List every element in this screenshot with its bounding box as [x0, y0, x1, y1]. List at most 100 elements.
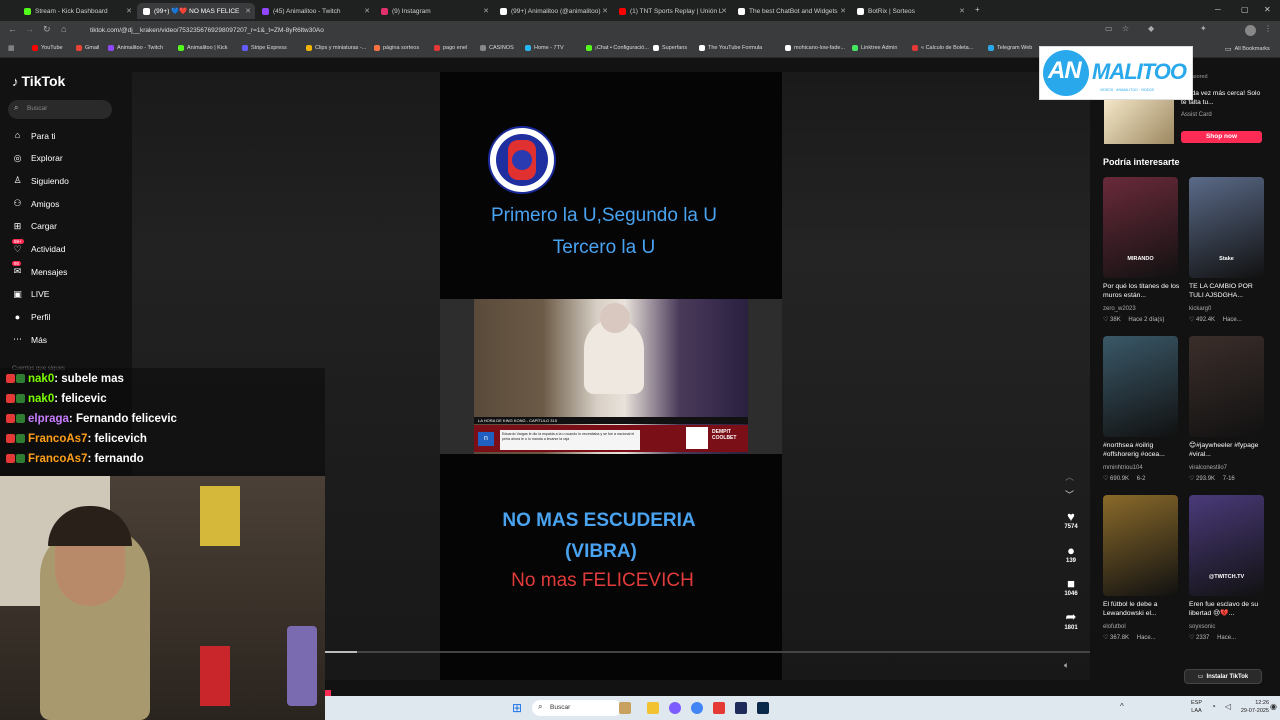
install-tiktok-button[interactable]: ▭ Instalar TikTok: [1184, 669, 1262, 684]
tab-close-icon[interactable]: ✕: [721, 7, 727, 15]
browser-tab[interactable]: (45) Animalitoo - Twitch ✕: [256, 3, 374, 19]
bookmark-item[interactable]: « Calculo de Boleta...: [912, 45, 973, 51]
nav-item[interactable]: ● Perfil: [12, 312, 51, 323]
windows-start-icon[interactable]: ⊞: [512, 701, 522, 715]
photoshop-icon[interactable]: [757, 702, 769, 714]
volume-icon[interactable]: 🔈︎: [1064, 660, 1069, 671]
chrome-icon[interactable]: [691, 702, 703, 714]
video-card-user[interactable]: soyxsonic: [1189, 624, 1215, 630]
wifi-icon[interactable]: ◔: [1211, 702, 1216, 711]
taskbar-search[interactable]: ⌕ Buscar: [532, 700, 622, 716]
address-bar[interactable]: tiktok.com/@dj__kraken/video/75323567692…: [90, 24, 1090, 38]
video-action-button[interactable]: ■ 1046: [1062, 576, 1080, 597]
browser-tab[interactable]: Stream - Kick Dashboard ✕: [18, 3, 136, 19]
profile-avatar[interactable]: [1245, 25, 1256, 36]
notification-icon[interactable]: ◉: [1270, 702, 1277, 711]
video-card-title[interactable]: El fútbol le debe a Lewandowski el...: [1103, 600, 1181, 618]
browser-tab[interactable]: The best ChatBot and Widgets ✕: [732, 3, 850, 19]
bookmark-item[interactable]: YouTube: [32, 45, 63, 51]
bookmark-item[interactable]: The YouTube Formula: [699, 45, 762, 51]
browser-tab[interactable]: (99+) Animalitoo (@animalitoo) ✕: [494, 3, 612, 19]
tab-close-icon[interactable]: ✕: [483, 7, 489, 15]
app-icon-red[interactable]: [713, 702, 725, 714]
bookmark-item[interactable]: Linktree Admin: [852, 45, 897, 51]
bookmark-item[interactable]: ¡Chat • Configuració...: [586, 45, 649, 51]
video-card-user[interactable]: kickarg0: [1189, 306, 1211, 312]
bookmark-item[interactable]: página sorteos: [374, 45, 419, 51]
language-indicator[interactable]: ESP LAA: [1191, 699, 1202, 715]
file-explorer-icon[interactable]: [647, 702, 659, 714]
nav-item[interactable]: ♡ 99+ Actividad: [12, 238, 66, 255]
bookmark-item[interactable]: Animalitoo | Kick: [178, 45, 228, 51]
video-card-thumbnail[interactable]: MIRANDO: [1103, 177, 1178, 278]
chevron-down-icon[interactable]: ﹀: [1065, 488, 1074, 501]
apps-icon[interactable]: ▦: [8, 44, 15, 52]
video-card-user[interactable]: elofutbol: [1103, 624, 1126, 630]
video-card-title[interactable]: Por qué los titanes de los muros están..…: [1103, 282, 1181, 300]
video-card-title[interactable]: TE LA CAMBIO POR TULI AJSDGHA...: [1189, 282, 1267, 300]
browser-tab[interactable]: (1) TNT Sports Replay | Unión L ✕: [613, 3, 731, 19]
video-action-button[interactable]: ♥ 7574: [1062, 509, 1080, 530]
shop-now-button[interactable]: Shop now: [1181, 131, 1262, 143]
bookmark-item[interactable]: mohicano-low-fade...: [785, 45, 845, 51]
menu-icon[interactable]: ⋮: [1264, 24, 1272, 33]
maximize-button[interactable]: ▢: [1241, 5, 1249, 14]
nav-item[interactable]: ✉ 86 Mensajes: [12, 261, 67, 277]
reload-icon[interactable]: ↻: [43, 24, 51, 35]
nav-item[interactable]: ⌂ Para ti: [12, 130, 56, 141]
news-widget-icon[interactable]: [619, 702, 631, 714]
bookmark-item[interactable]: Gmail: [76, 45, 99, 51]
forward-icon[interactable]: →: [25, 24, 34, 34]
browser-tab[interactable]: (9) Instagram ✕: [375, 3, 493, 19]
video-action-button[interactable]: ● 139: [1062, 543, 1080, 564]
chevron-up-icon[interactable]: ︿: [1065, 470, 1074, 483]
video-card-title[interactable]: Eren fue esclavo de su libertad 😢💔...: [1189, 600, 1267, 618]
video-card-thumbnail[interactable]: [1189, 336, 1264, 437]
tray-chevron-icon[interactable]: ^: [1120, 702, 1124, 711]
bookmark-item[interactable]: Stripe Express: [242, 45, 287, 51]
nav-item[interactable]: ◎ Explorar: [12, 153, 63, 164]
bookmark-item[interactable]: CASINOS: [480, 45, 514, 51]
video-progress-bar[interactable]: [325, 651, 1090, 653]
video-card-user[interactable]: viralconestilo7: [1189, 465, 1227, 471]
video-card-title[interactable]: 😊#jaywheeler #fypage #viral...: [1189, 441, 1267, 459]
video-card-thumbnail[interactable]: [1103, 336, 1178, 437]
cast-icon[interactable]: ▭: [1105, 24, 1113, 33]
video-card-thumbnail[interactable]: Stake: [1189, 177, 1264, 278]
nav-item[interactable]: ♙ Siguiendo: [12, 175, 68, 186]
extension-icon[interactable]: ◆: [1148, 24, 1154, 33]
home-icon[interactable]: ⌂: [61, 24, 66, 34]
tab-close-icon[interactable]: ✕: [602, 7, 608, 15]
tiktok-logo[interactable]: ♪ TikTok: [12, 73, 65, 89]
tab-close-icon[interactable]: ✕: [840, 7, 846, 15]
bookmark-item[interactable]: Animalitoo - Twitch: [108, 45, 163, 51]
video-card-user[interactable]: zero_w2023: [1103, 306, 1136, 312]
clock[interactable]: 12:26 29-07-2025: [1231, 699, 1269, 715]
nav-item[interactable]: ▣ LIVE: [12, 289, 49, 300]
tab-close-icon[interactable]: ✕: [245, 7, 251, 15]
video-card-user[interactable]: mminhtriou104: [1103, 465, 1143, 471]
browser-tab[interactable]: BotRix | Sorteos ✕: [851, 3, 969, 19]
app-icon-purple[interactable]: [669, 702, 681, 714]
video-action-button[interactable]: ➦ 1801: [1062, 609, 1080, 631]
bookmark-item[interactable]: Telegram Web: [988, 45, 1032, 51]
new-tab-button[interactable]: +: [975, 5, 980, 14]
star-icon[interactable]: ☆: [1122, 24, 1129, 33]
nav-item[interactable]: ⋯ Más: [12, 334, 47, 345]
bookmark-item[interactable]: Home - 7TV: [525, 45, 564, 51]
video-card-title[interactable]: #northsea #oilrig #offshorerig #ocea...: [1103, 441, 1181, 459]
search-box[interactable]: ⌕ Buscar: [8, 100, 112, 119]
video-card-thumbnail[interactable]: @TWITCH.TV: [1189, 495, 1264, 596]
browser-tab[interactable]: (99+) 💙❤️ NO MAS FELICE ✕: [137, 3, 255, 19]
tab-close-icon[interactable]: ✕: [364, 7, 370, 15]
back-icon[interactable]: ←: [8, 24, 17, 34]
close-window-button[interactable]: ✕: [1264, 5, 1271, 14]
all-bookmarks[interactable]: ▭ All Bookmarks: [1225, 45, 1270, 53]
puzzle-icon[interactable]: ✦: [1200, 24, 1207, 33]
premiere-icon[interactable]: [735, 702, 747, 714]
ad-thumbnail[interactable]: [1104, 100, 1174, 144]
video-card-thumbnail[interactable]: [1103, 495, 1178, 596]
bookmark-item[interactable]: Superfans: [653, 45, 687, 51]
bookmark-item[interactable]: pago enel: [434, 45, 467, 51]
minimize-button[interactable]: ─: [1215, 5, 1221, 14]
